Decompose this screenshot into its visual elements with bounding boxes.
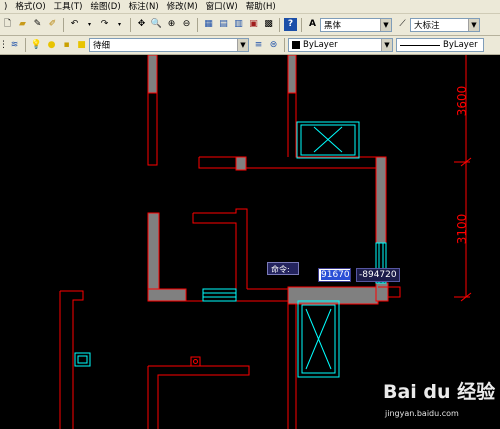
dim-style-combo[interactable]: 大标注 ▼ — [410, 17, 480, 32]
open-icon[interactable]: ▰ — [16, 18, 29, 31]
toolbar-separator — [284, 38, 285, 52]
wall-segment — [147, 55, 158, 94]
wall-segment — [235, 156, 247, 171]
menu-modify[interactable]: 修改(M) — [163, 0, 202, 14]
tool-palette-icon[interactable]: ▥ — [232, 18, 245, 31]
text-style-icon[interactable]: A — [306, 18, 319, 31]
coordinate-x-input[interactable]: 91670 — [318, 268, 351, 282]
toolbar-separator — [130, 17, 131, 32]
new-file-icon[interactable]: 🗋 — [1, 18, 14, 31]
text-style-combo[interactable]: 黑体 ▼ — [320, 17, 392, 32]
watermark-url: jingyan.baidu.com — [385, 409, 459, 418]
baidu-watermark: Bai du 经验 jingyan.baidu.com — [383, 375, 500, 429]
layer-previous-icon[interactable]: ⊜ — [267, 39, 280, 52]
pencil-icon[interactable]: ✎ — [31, 18, 44, 31]
standard-toolbar: 🗋 ▰ ✎ ✐ ↶ ▾ ↷ ▾ ✥ 🔍 ⊕ ⊖ ▦ ▤ ▥ ▣ ▩ ? A 黑体… — [0, 14, 500, 36]
sheet-set-icon[interactable]: ▣ — [247, 18, 260, 31]
toolbar-separator — [301, 17, 302, 32]
menu-draw[interactable]: 绘图(D) — [86, 0, 124, 14]
light-bulb-icon[interactable]: 💡 — [30, 39, 43, 52]
drawing-canvas[interactable]: 3600 3100 — [0, 55, 500, 429]
wall-segment — [375, 156, 387, 244]
floor-plan: 3600 3100 — [59, 55, 472, 429]
zoom-realtime-icon[interactable]: 🔍 — [150, 18, 163, 31]
menu-format[interactable]: 格式(O) — [11, 0, 49, 14]
toolbar-separator — [279, 17, 280, 32]
wall-segment — [147, 212, 160, 297]
grip-icon: ⋮ — [0, 39, 8, 50]
wall-segment — [287, 55, 297, 94]
chevron-down-icon[interactable]: ▼ — [468, 18, 479, 31]
menu-bar: ) 格式(O) 工具(T) 绘图(D) 标注(N) 修改(M) 窗口(W) 帮助… — [0, 0, 500, 14]
chevron-down-icon[interactable]: ▼ — [381, 39, 392, 51]
chevron-down-icon[interactable]: ▼ — [237, 39, 248, 51]
color-swatch-icon — [292, 41, 300, 49]
properties-icon[interactable]: ▦ — [202, 18, 215, 31]
chevron-down-icon[interactable]: ▼ — [380, 18, 391, 31]
layer-combo[interactable]: 待细 ▼ — [89, 38, 249, 52]
wall-segment — [147, 288, 187, 302]
outlet-circle — [193, 359, 198, 364]
lock-icon[interactable]: ▪ — [60, 39, 73, 52]
dimension-text-top: 3600 — [455, 86, 469, 117]
sun-icon[interactable]: ● — [45, 39, 58, 52]
layer-color-icon[interactable]: ■ — [75, 39, 88, 52]
help-icon[interactable]: ? — [284, 18, 297, 31]
wall-line — [147, 93, 158, 166]
layers-toolbar: ⋮ ≋ 💡 ● ▪ ■ 待细 ▼ ≡ ⊜ ByLayer ▼ ByLayer — [0, 36, 500, 55]
layer-value: 待细 — [93, 41, 111, 51]
dim-style-icon[interactable]: ⟋ — [396, 18, 409, 31]
linetype-combo[interactable]: ByLayer — [396, 38, 484, 52]
wall-line — [192, 213, 237, 290]
wall-segment — [375, 282, 389, 302]
wall-line — [60, 290, 84, 429]
watermark-logo: Bai du 经验 — [383, 381, 496, 403]
calculator-icon[interactable]: ▩ — [262, 18, 275, 31]
command-prompt-tooltip: 命令: — [267, 262, 299, 275]
linetype-value: ByLayer — [443, 40, 478, 50]
dimension-text-bottom: 3100 — [455, 214, 469, 245]
redo-icon[interactable]: ↷ — [98, 18, 111, 31]
menu-leading: ) — [4, 1, 8, 12]
text-style-value: 黑体 — [324, 20, 342, 31]
dropdown-icon[interactable]: ▾ — [113, 18, 126, 31]
layer-manager-icon[interactable]: ≋ — [8, 39, 21, 52]
fixture-box-inner — [77, 355, 88, 364]
dim-style-value: 大标注 — [414, 20, 440, 31]
color-combo[interactable]: ByLayer ▼ — [288, 38, 393, 52]
toolbar-separator — [197, 17, 198, 32]
undo-icon[interactable]: ↶ — [68, 18, 81, 31]
wall-line — [198, 157, 236, 169]
linetype-line-icon — [400, 44, 440, 46]
toolbar-separator — [25, 38, 26, 52]
toolbar-separator — [63, 17, 64, 32]
wall-line — [193, 208, 248, 289]
fixture-box — [74, 352, 91, 367]
outlet-box — [190, 356, 201, 367]
menu-dimension[interactable]: 标注(N) — [125, 0, 163, 14]
menu-window[interactable]: 窗口(W) — [202, 0, 242, 14]
design-center-icon[interactable]: ▤ — [217, 18, 230, 31]
make-current-icon[interactable]: ≡ — [252, 39, 265, 52]
window-horizontal — [202, 288, 237, 302]
pan-icon[interactable]: ✥ — [135, 18, 148, 31]
menu-tools[interactable]: 工具(T) — [50, 0, 87, 14]
coordinate-x-value: 91670 — [321, 270, 350, 280]
color-value: ByLayer — [303, 40, 338, 50]
menu-help[interactable]: 帮助(H) — [242, 0, 280, 14]
zoom-previous-icon[interactable]: ⊖ — [180, 18, 193, 31]
coordinate-y-input[interactable]: -894720 — [356, 268, 400, 282]
zoom-window-icon[interactable]: ⊕ — [165, 18, 178, 31]
wall-line — [148, 365, 250, 429]
brush-icon[interactable]: ✐ — [46, 18, 59, 31]
dropdown-icon[interactable]: ▾ — [83, 18, 96, 31]
